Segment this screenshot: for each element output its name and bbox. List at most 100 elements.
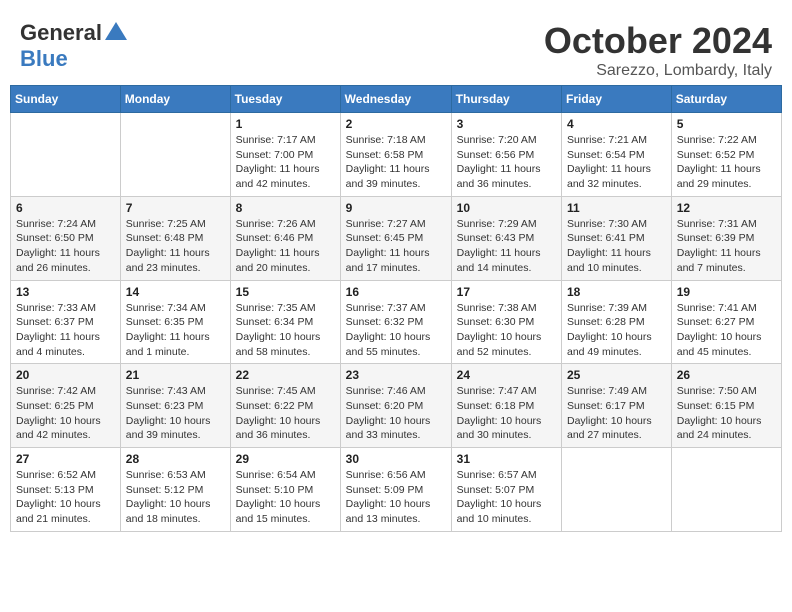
day-header-thursday: Thursday <box>451 86 561 113</box>
calendar-cell: 14 Sunrise: 7:34 AMSunset: 6:35 PMDayligh… <box>120 280 230 364</box>
calendar-cell: 20 Sunrise: 7:42 AMSunset: 6:25 PMDayligh… <box>11 364 121 448</box>
calendar-cell: 2 Sunrise: 7:18 AMSunset: 6:58 PMDaylight… <box>340 113 451 197</box>
day-header-friday: Friday <box>562 86 672 113</box>
day-number: 8 <box>236 201 335 215</box>
day-number: 22 <box>236 368 335 382</box>
day-info: Sunrise: 7:34 AMSunset: 6:35 PMDaylight:… <box>126 301 225 360</box>
day-info: Sunrise: 6:52 AMSunset: 5:13 PMDaylight:… <box>16 468 115 527</box>
day-number: 19 <box>677 285 776 299</box>
day-number: 23 <box>346 368 446 382</box>
title-section: October 2024 Sarezzo, Lombardy, Italy <box>544 20 772 80</box>
day-number: 9 <box>346 201 446 215</box>
calendar-cell: 7 Sunrise: 7:25 AMSunset: 6:48 PMDaylight… <box>120 196 230 280</box>
day-number: 31 <box>457 452 556 466</box>
day-number: 2 <box>346 117 446 131</box>
calendar-cell: 15 Sunrise: 7:35 AMSunset: 6:34 PMDayligh… <box>230 280 340 364</box>
calendar-cell: 24 Sunrise: 7:47 AMSunset: 6:18 PMDayligh… <box>451 364 561 448</box>
day-number: 21 <box>126 368 225 382</box>
month-title: October 2024 <box>544 20 772 62</box>
day-number: 12 <box>677 201 776 215</box>
calendar-cell: 26 Sunrise: 7:50 AMSunset: 6:15 PMDayligh… <box>671 364 781 448</box>
day-number: 13 <box>16 285 115 299</box>
day-info: Sunrise: 7:20 AMSunset: 6:56 PMDaylight:… <box>457 133 556 192</box>
day-number: 14 <box>126 285 225 299</box>
logo-triangle-icon <box>105 22 127 40</box>
calendar-cell: 18 Sunrise: 7:39 AMSunset: 6:28 PMDayligh… <box>562 280 672 364</box>
day-info: Sunrise: 6:56 AMSunset: 5:09 PMDaylight:… <box>346 468 446 527</box>
calendar-cell: 16 Sunrise: 7:37 AMSunset: 6:32 PMDayligh… <box>340 280 451 364</box>
day-info: Sunrise: 7:39 AMSunset: 6:28 PMDaylight:… <box>567 301 666 360</box>
day-info: Sunrise: 7:25 AMSunset: 6:48 PMDaylight:… <box>126 217 225 276</box>
calendar-cell: 4 Sunrise: 7:21 AMSunset: 6:54 PMDaylight… <box>562 113 672 197</box>
day-number: 10 <box>457 201 556 215</box>
calendar-cell <box>671 448 781 532</box>
location: Sarezzo, Lombardy, Italy <box>544 62 772 80</box>
calendar-cell: 9 Sunrise: 7:27 AMSunset: 6:45 PMDaylight… <box>340 196 451 280</box>
day-header-tuesday: Tuesday <box>230 86 340 113</box>
logo: General Blue <box>20 20 127 72</box>
day-info: Sunrise: 7:49 AMSunset: 6:17 PMDaylight:… <box>567 384 666 443</box>
calendar-cell: 30 Sunrise: 6:56 AMSunset: 5:09 PMDayligh… <box>340 448 451 532</box>
day-number: 26 <box>677 368 776 382</box>
day-info: Sunrise: 7:41 AMSunset: 6:27 PMDaylight:… <box>677 301 776 360</box>
calendar: SundayMondayTuesdayWednesdayThursdayFrid… <box>10 85 782 532</box>
day-number: 7 <box>126 201 225 215</box>
calendar-cell: 28 Sunrise: 6:53 AMSunset: 5:12 PMDayligh… <box>120 448 230 532</box>
calendar-cell: 25 Sunrise: 7:49 AMSunset: 6:17 PMDayligh… <box>562 364 672 448</box>
day-info: Sunrise: 7:22 AMSunset: 6:52 PMDaylight:… <box>677 133 776 192</box>
day-number: 18 <box>567 285 666 299</box>
day-header-sunday: Sunday <box>11 86 121 113</box>
day-info: Sunrise: 7:30 AMSunset: 6:41 PMDaylight:… <box>567 217 666 276</box>
calendar-cell: 22 Sunrise: 7:45 AMSunset: 6:22 PMDayligh… <box>230 364 340 448</box>
day-info: Sunrise: 7:21 AMSunset: 6:54 PMDaylight:… <box>567 133 666 192</box>
day-number: 27 <box>16 452 115 466</box>
day-number: 29 <box>236 452 335 466</box>
day-number: 11 <box>567 201 666 215</box>
day-info: Sunrise: 6:57 AMSunset: 5:07 PMDaylight:… <box>457 468 556 527</box>
day-header-monday: Monday <box>120 86 230 113</box>
day-number: 4 <box>567 117 666 131</box>
logo-blue: Blue <box>20 46 68 71</box>
day-info: Sunrise: 7:17 AMSunset: 7:00 PMDaylight:… <box>236 133 335 192</box>
logo-general: General <box>20 20 102 46</box>
day-number: 3 <box>457 117 556 131</box>
day-info: Sunrise: 7:18 AMSunset: 6:58 PMDaylight:… <box>346 133 446 192</box>
calendar-cell: 3 Sunrise: 7:20 AMSunset: 6:56 PMDaylight… <box>451 113 561 197</box>
day-number: 24 <box>457 368 556 382</box>
day-number: 15 <box>236 285 335 299</box>
day-info: Sunrise: 7:47 AMSunset: 6:18 PMDaylight:… <box>457 384 556 443</box>
calendar-cell <box>11 113 121 197</box>
calendar-cell: 13 Sunrise: 7:33 AMSunset: 6:37 PMDayligh… <box>11 280 121 364</box>
day-header-saturday: Saturday <box>671 86 781 113</box>
day-info: Sunrise: 7:27 AMSunset: 6:45 PMDaylight:… <box>346 217 446 276</box>
day-info: Sunrise: 7:46 AMSunset: 6:20 PMDaylight:… <box>346 384 446 443</box>
calendar-cell: 29Sunrise: 6:54 AMSunset: 5:10 PMDayligh… <box>230 448 340 532</box>
day-info: Sunrise: 7:33 AMSunset: 6:37 PMDaylight:… <box>16 301 115 360</box>
calendar-cell: 5 Sunrise: 7:22 AMSunset: 6:52 PMDaylight… <box>671 113 781 197</box>
day-header-wednesday: Wednesday <box>340 86 451 113</box>
day-info: Sunrise: 7:45 AMSunset: 6:22 PMDaylight:… <box>236 384 335 443</box>
day-info: Sunrise: 7:35 AMSunset: 6:34 PMDaylight:… <box>236 301 335 360</box>
calendar-cell: 12 Sunrise: 7:31 AMSunset: 6:39 PMDayligh… <box>671 196 781 280</box>
calendar-cell <box>562 448 672 532</box>
day-info: Sunrise: 7:29 AMSunset: 6:43 PMDaylight:… <box>457 217 556 276</box>
calendar-cell: 10 Sunrise: 7:29 AMSunset: 6:43 PMDayligh… <box>451 196 561 280</box>
day-number: 17 <box>457 285 556 299</box>
day-number: 16 <box>346 285 446 299</box>
calendar-cell: 8 Sunrise: 7:26 AMSunset: 6:46 PMDaylight… <box>230 196 340 280</box>
calendar-cell <box>120 113 230 197</box>
day-info: Sunrise: 7:31 AMSunset: 6:39 PMDaylight:… <box>677 217 776 276</box>
calendar-cell: 11 Sunrise: 7:30 AMSunset: 6:41 PMDayligh… <box>562 196 672 280</box>
day-info: Sunrise: 6:53 AMSunset: 5:12 PMDaylight:… <box>126 468 225 527</box>
day-number: 28 <box>126 452 225 466</box>
day-number: 5 <box>677 117 776 131</box>
day-number: 30 <box>346 452 446 466</box>
day-info: Sunrise: 7:37 AMSunset: 6:32 PMDaylight:… <box>346 301 446 360</box>
day-number: 25 <box>567 368 666 382</box>
calendar-cell: 1Sunrise: 7:17 AMSunset: 7:00 PMDaylight… <box>230 113 340 197</box>
day-info: Sunrise: 7:50 AMSunset: 6:15 PMDaylight:… <box>677 384 776 443</box>
day-info: Sunrise: 7:43 AMSunset: 6:23 PMDaylight:… <box>126 384 225 443</box>
day-number: 20 <box>16 368 115 382</box>
day-info: Sunrise: 7:26 AMSunset: 6:46 PMDaylight:… <box>236 217 335 276</box>
day-info: Sunrise: 7:42 AMSunset: 6:25 PMDaylight:… <box>16 384 115 443</box>
